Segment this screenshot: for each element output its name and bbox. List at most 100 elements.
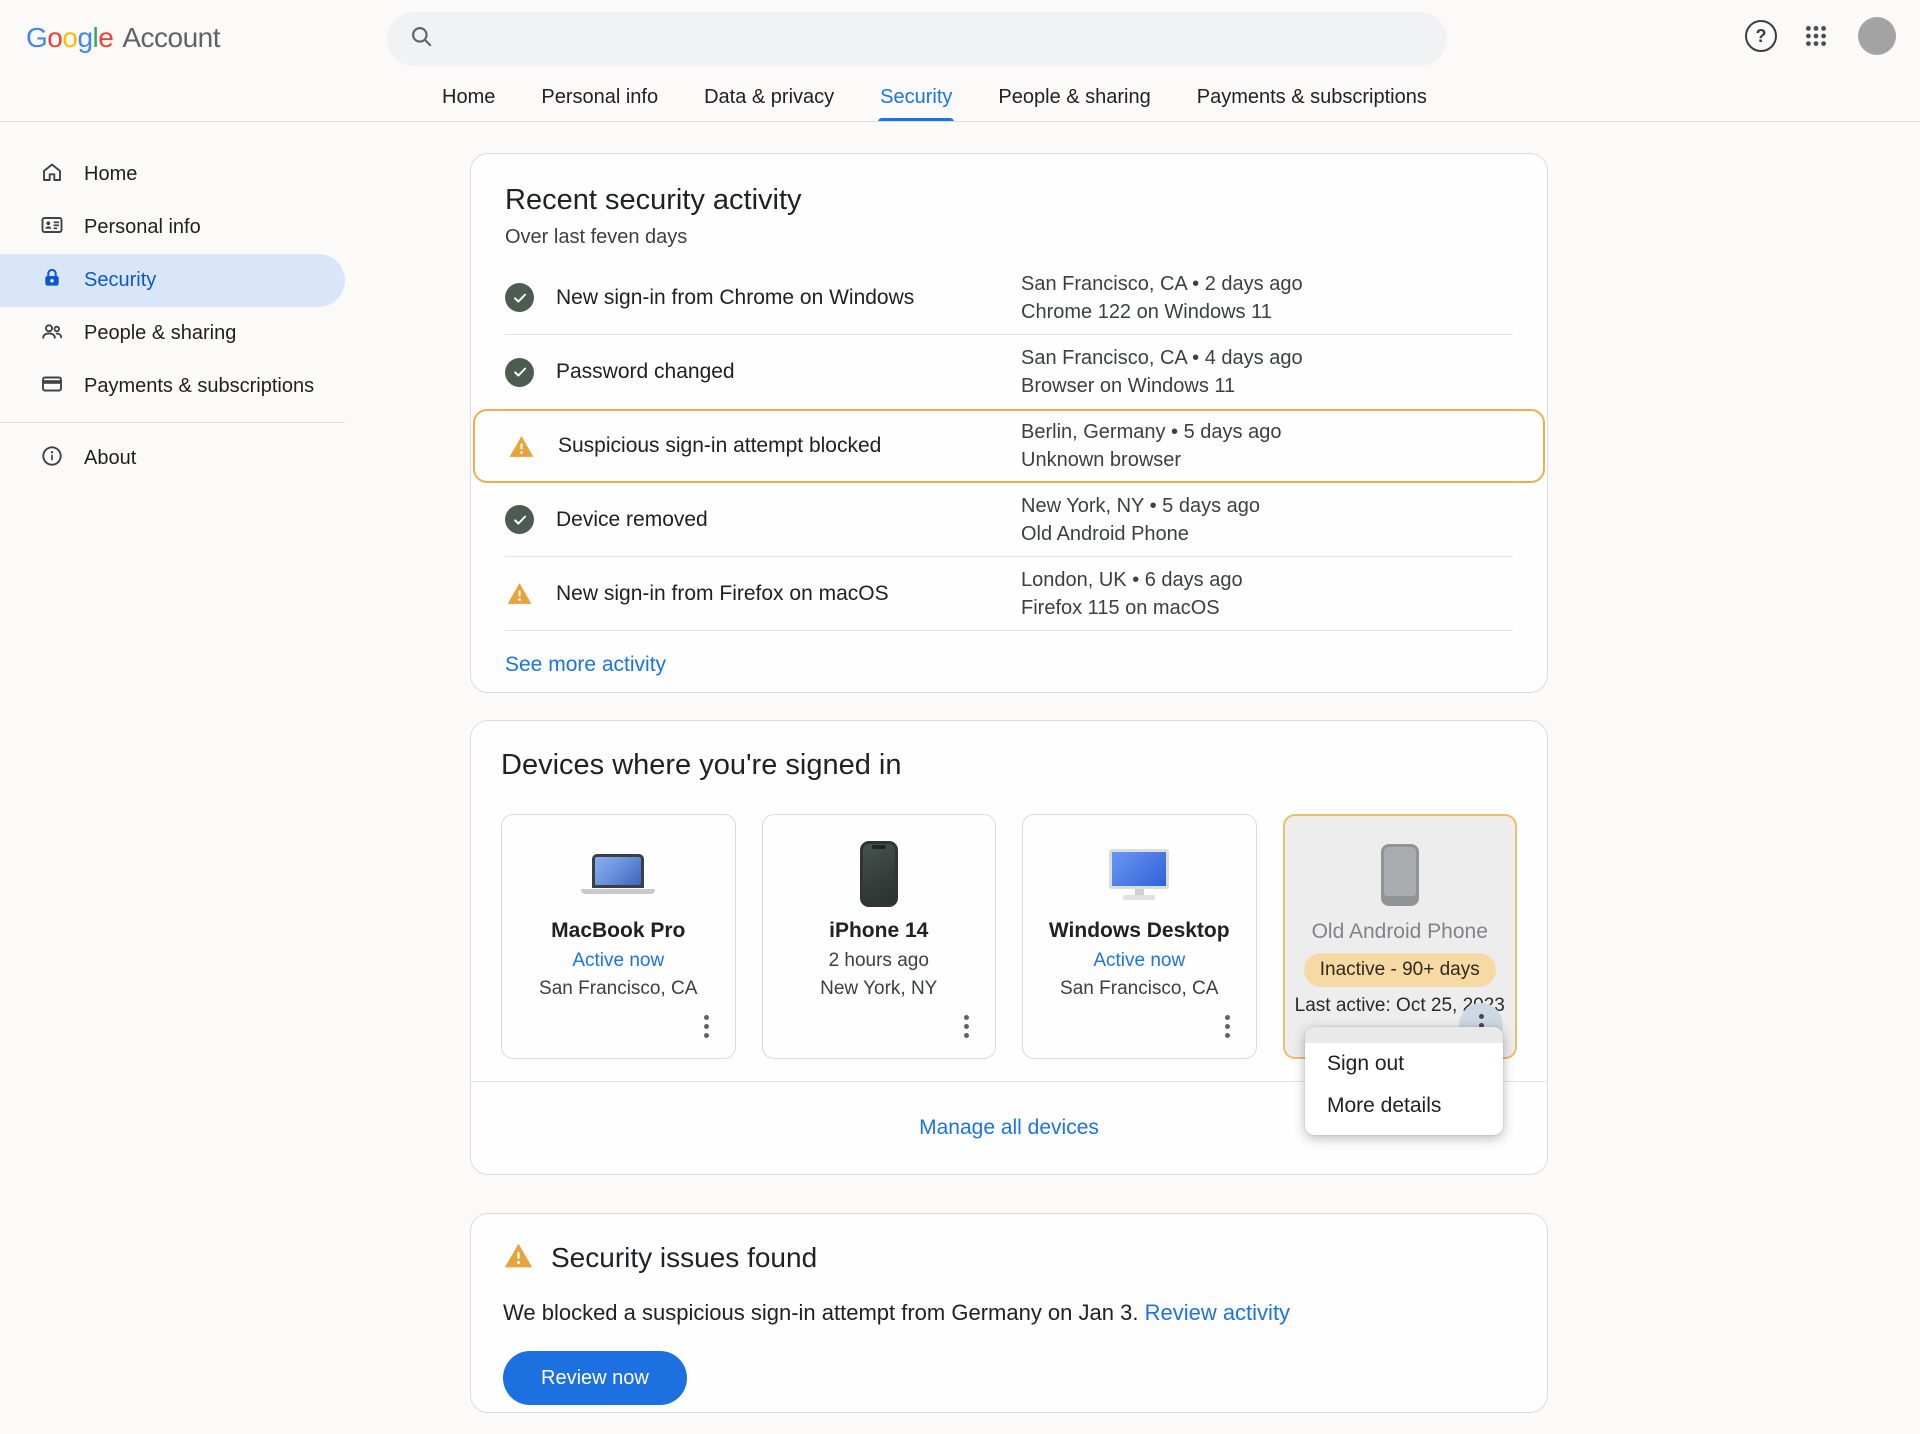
device-status: Active now [502, 950, 735, 972]
activity-row-suspicious-highlighted[interactable]: Suspicious sign-in attempt blocked Berli… [473, 409, 1545, 483]
activity-meta-line1: Berlin, Germany • 5 days ago [1021, 418, 1501, 446]
logo-letter: o [47, 22, 62, 54]
tab-home[interactable]: Home [442, 72, 495, 122]
devices-card-title: Devices where you're signed in [501, 749, 1517, 782]
review-activity-link[interactable]: Review activity [1145, 1300, 1290, 1325]
credit-card-icon [40, 372, 64, 402]
sidebar: Home Personal info Security People & sha… [0, 148, 345, 485]
device-tile-windows-desktop[interactable]: Windows Desktop Active now San Francisco… [1022, 814, 1257, 1059]
search-input[interactable] [387, 12, 1447, 66]
info-icon [40, 444, 64, 474]
home-icon [40, 160, 64, 190]
device-menu-kebab-icon[interactable] [700, 1011, 713, 1042]
activity-label: New sign-in from Chrome on Windows [556, 286, 914, 310]
nav-divider [0, 121, 1920, 122]
check-circle-icon [505, 505, 534, 534]
issues-body: We blocked a suspicious sign-in attempt … [503, 1300, 1515, 1326]
sidebar-item-label: About [84, 447, 136, 470]
sidebar-item-payments-subscriptions[interactable]: Payments & subscriptions [0, 360, 345, 413]
issues-body-text: We blocked a suspicious sign-in attempt … [503, 1300, 1138, 1325]
activity-card-title: Recent security activity [505, 184, 1513, 217]
issues-header: Security issues found [503, 1240, 1515, 1276]
activity-meta-line2: Chrome 122 on Windows 11 [1021, 298, 1501, 326]
sidebar-item-label: Personal info [84, 216, 201, 239]
sidebar-item-home[interactable]: Home [0, 148, 345, 201]
activity-meta-line1: San Francisco, CA • 2 days ago [1021, 270, 1501, 298]
tab-personal-info[interactable]: Personal info [541, 72, 658, 122]
check-circle-icon [505, 283, 534, 312]
sidebar-divider [0, 422, 345, 423]
device-tile-old-android-phone[interactable]: Old Android Phone Inactive - 90+ days La… [1283, 814, 1518, 1059]
monitor-icon [1023, 839, 1256, 909]
apps-grid-icon [1803, 23, 1829, 52]
activity-row[interactable]: New sign-in from Chrome on Windows San F… [505, 261, 1513, 335]
security-issues-card: Security issues found We blocked a suspi… [470, 1213, 1548, 1413]
activity-row[interactable]: New sign-in from Firefox on macOS London… [505, 557, 1513, 631]
device-location: San Francisco, CA [502, 978, 735, 1000]
logo-product-name: Account [122, 22, 220, 54]
menu-item-sign-out[interactable]: Sign out [1305, 1043, 1503, 1085]
review-now-button[interactable]: Review now [503, 1351, 687, 1405]
activity-row[interactable]: Password changed San Francisco, CA • 4 d… [505, 335, 1513, 409]
recent-security-activity-card: Recent security activity Over last feven… [470, 153, 1548, 693]
see-more-activity-link[interactable]: See more activity [505, 653, 666, 677]
manage-all-devices-link[interactable]: Manage all devices [919, 1116, 1099, 1140]
apps-grid-button[interactable] [1799, 20, 1833, 54]
inactive-badge: Inactive - 90+ days [1304, 953, 1496, 987]
help-icon: ? [1745, 20, 1777, 52]
sidebar-item-personal-info[interactable]: Personal info [0, 201, 345, 254]
activity-meta-line2: Unknown browser [1021, 446, 1501, 474]
sidebar-item-label: People & sharing [84, 322, 236, 345]
id-card-icon [40, 213, 64, 243]
activity-meta: San Francisco, CA • 4 days ago Browser o… [1021, 344, 1501, 400]
device-tile-iphone-14[interactable]: iPhone 14 2 hours ago New York, NY [762, 814, 997, 1059]
device-menu-kebab-icon[interactable] [1221, 1011, 1234, 1042]
activity-meta: New York, NY • 5 days ago Old Android Ph… [1021, 492, 1501, 548]
activity-row[interactable]: Device removed New York, NY • 5 days ago… [505, 483, 1513, 557]
device-location: New York, NY [763, 978, 996, 1000]
people-icon [40, 319, 64, 349]
search-icon [409, 24, 435, 55]
activity-label: New sign-in from Firefox on macOS [556, 582, 889, 606]
device-status: 2 hours ago [763, 950, 996, 972]
menu-item-more-details[interactable]: More details [1305, 1085, 1503, 1127]
laptop-icon [502, 839, 735, 909]
device-status: Active now [1023, 950, 1256, 972]
google-account-logo[interactable]: Google Account [26, 22, 220, 54]
phone-gray-icon [1285, 840, 1516, 910]
sidebar-item-label: Home [84, 163, 137, 186]
activity-meta-line1: London, UK • 6 days ago [1021, 566, 1501, 594]
activity-label: Password changed [556, 360, 735, 384]
device-tiles: MacBook Pro Active now San Francisco, CA… [501, 814, 1517, 1059]
sidebar-item-security[interactable]: Security [0, 254, 345, 307]
logo-letter: G [26, 22, 47, 54]
activity-meta-line2: Old Android Phone [1021, 520, 1501, 548]
activity-meta: London, UK • 6 days ago Firefox 115 on m… [1021, 566, 1501, 622]
tab-people-sharing[interactable]: People & sharing [998, 72, 1150, 122]
device-name: MacBook Pro [502, 919, 735, 943]
logo-letter: o [62, 22, 77, 54]
logo-letter: e [98, 22, 113, 54]
google-account-security-page: Google Account ? Home Personal info Data… [0, 0, 1920, 1434]
device-tile-macbook-pro[interactable]: MacBook Pro Active now San Francisco, CA [501, 814, 736, 1059]
warning-triangle-icon [503, 1240, 534, 1276]
avatar[interactable] [1858, 17, 1896, 55]
activity-meta-line1: New York, NY • 5 days ago [1021, 492, 1501, 520]
sidebar-item-people-sharing[interactable]: People & sharing [0, 307, 345, 360]
warning-triangle-icon [507, 432, 536, 461]
sidebar-item-label: Security [84, 269, 156, 292]
tab-data-privacy[interactable]: Data & privacy [704, 72, 834, 122]
activity-meta: San Francisco, CA • 2 days ago Chrome 12… [1021, 270, 1501, 326]
help-button[interactable]: ? [1744, 19, 1778, 53]
primary-nav: Home Personal info Data & privacy Securi… [442, 72, 1427, 122]
activity-meta-line2: Browser on Windows 11 [1021, 372, 1501, 400]
activity-meta: Berlin, Germany • 5 days ago Unknown bro… [1021, 418, 1501, 474]
warning-triangle-icon [505, 579, 534, 608]
sidebar-item-about[interactable]: About [0, 432, 345, 485]
tab-security[interactable]: Security [880, 72, 952, 122]
device-menu-kebab-icon[interactable] [960, 1011, 973, 1042]
activity-card-subtitle: Over last feven days [505, 226, 1513, 249]
tab-payments-subscriptions[interactable]: Payments & subscriptions [1197, 72, 1427, 122]
activity-meta-line1: San Francisco, CA • 4 days ago [1021, 344, 1501, 372]
device-name: Old Android Phone [1285, 920, 1516, 944]
